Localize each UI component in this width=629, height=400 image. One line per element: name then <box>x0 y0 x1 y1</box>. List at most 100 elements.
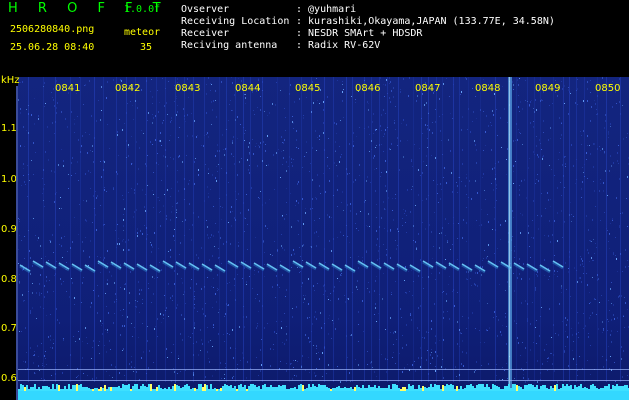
noise-speck <box>411 161 412 162</box>
noise-speck <box>153 194 154 195</box>
noise-speck <box>196 254 197 256</box>
noise-speck <box>391 90 392 92</box>
noise-speck <box>21 240 22 241</box>
band-spike <box>60 389 62 391</box>
noise-speck <box>623 316 624 317</box>
noise-speck <box>558 159 559 160</box>
band-spike <box>152 389 154 391</box>
noise-speck <box>298 202 299 204</box>
noise-speck <box>208 358 209 359</box>
noise-speck <box>567 319 568 321</box>
noise-speck <box>246 194 247 195</box>
noise-speck <box>547 192 548 194</box>
noise-speck <box>124 284 125 285</box>
noise-speck <box>481 365 482 366</box>
noise-speck <box>283 157 284 159</box>
noise-speck <box>267 228 268 229</box>
noise-speck <box>571 328 572 329</box>
noise-speck <box>40 274 41 276</box>
band-spike <box>460 386 462 391</box>
noise-speck <box>622 105 623 106</box>
noise-speck <box>461 181 462 182</box>
noise-speck <box>590 92 591 93</box>
noise-speck <box>388 197 389 199</box>
noise-speck <box>435 121 436 123</box>
noise-speck <box>390 257 391 259</box>
noise-speck <box>593 260 594 261</box>
band-spike <box>440 389 442 391</box>
band-spike <box>294 387 296 391</box>
time-tick-0843: 0843 <box>175 83 201 94</box>
noise-speck <box>44 82 45 84</box>
noise-speck <box>476 162 477 164</box>
noise-speck <box>339 146 340 147</box>
noise-speck <box>20 108 21 110</box>
noise-speck <box>627 176 628 178</box>
band-spike <box>614 386 616 391</box>
band-spike <box>554 385 556 391</box>
noise-speck <box>90 172 91 173</box>
noise-speck <box>88 170 89 172</box>
noise-speck <box>71 175 72 176</box>
noise-speck <box>475 370 476 371</box>
noise-speck <box>447 311 448 312</box>
band-spike <box>568 386 570 391</box>
band-spike <box>462 389 464 391</box>
noise-speck <box>25 184 26 185</box>
noise-speck <box>457 259 458 260</box>
noise-speck <box>314 290 315 291</box>
noise-speck <box>432 258 433 259</box>
noise-speck <box>397 137 398 139</box>
band-spike <box>586 388 588 391</box>
noise-speck <box>341 154 342 155</box>
noise-speck <box>431 349 432 350</box>
noise-speck <box>369 134 370 135</box>
noise-speck <box>523 370 524 371</box>
noise-speck <box>535 183 536 184</box>
noise-speck <box>213 100 214 102</box>
noise-speck <box>541 193 542 194</box>
band-spike <box>406 389 408 391</box>
noise-speck <box>98 100 99 101</box>
noise-speck <box>71 278 72 279</box>
noise-speck <box>38 365 39 367</box>
noise-speck <box>594 190 595 192</box>
noise-speck <box>177 78 178 80</box>
noise-speck <box>355 359 356 360</box>
noise-speck <box>337 80 338 81</box>
noise-speck <box>329 216 330 218</box>
noise-speck <box>60 197 61 198</box>
noise-speck <box>571 214 572 215</box>
noise-speck <box>519 194 520 196</box>
noise-speck <box>305 295 306 296</box>
noise-speck <box>381 354 382 355</box>
band-spike <box>232 388 234 391</box>
noise-speck <box>525 100 526 101</box>
band-spike <box>468 385 470 391</box>
band-spike <box>276 387 278 391</box>
noise-speck <box>561 123 562 124</box>
noise-speck <box>353 145 354 147</box>
noise-speck <box>506 343 507 345</box>
vertical-streak <box>379 77 380 382</box>
noise-speck <box>518 84 519 86</box>
noise-speck <box>347 357 348 358</box>
noise-speck <box>39 294 40 296</box>
noise-speck <box>359 164 360 166</box>
noise-speck <box>177 304 178 306</box>
noise-speck <box>260 96 261 97</box>
noise-speck <box>59 208 60 209</box>
vertical-streak <box>442 77 443 382</box>
noise-speck <box>85 132 86 133</box>
noise-speck <box>362 300 363 302</box>
noise-speck <box>167 165 168 167</box>
noise-speck <box>502 325 503 326</box>
noise-speck <box>273 349 274 350</box>
noise-speck <box>48 336 49 338</box>
noise-speck <box>78 375 79 376</box>
noise-speck <box>328 364 329 366</box>
noise-speck <box>328 299 329 300</box>
noise-speck <box>98 295 99 297</box>
noise-speck <box>129 249 130 251</box>
noise-speck <box>521 302 522 304</box>
